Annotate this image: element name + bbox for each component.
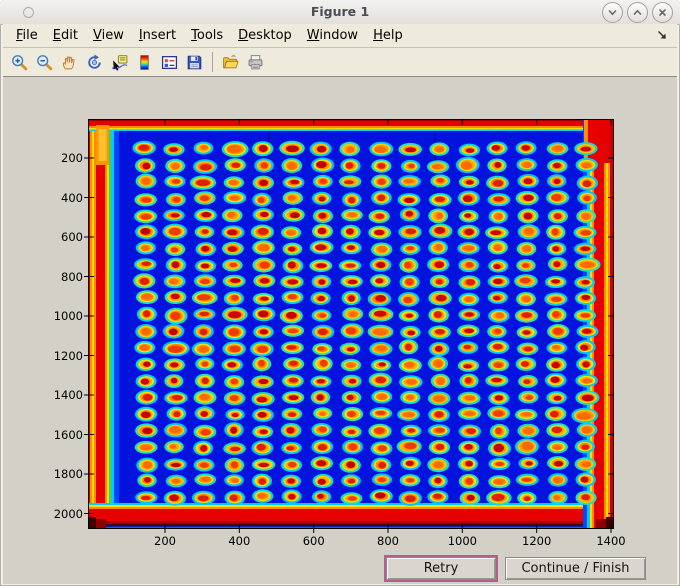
window-controls — [602, 2, 673, 23]
continue-finish-button[interactable]: Continue / Finish — [505, 557, 646, 580]
zoom-in-icon — [12, 54, 28, 70]
x-tick-label: 200 — [154, 534, 176, 548]
menu-file[interactable]: File — [14, 27, 40, 44]
menu-desktop[interactable]: Desktop — [236, 27, 294, 44]
menu-view[interactable]: View — [91, 27, 126, 44]
menu-edit[interactable]: Edit — [51, 27, 80, 44]
menu-window[interactable]: Window — [305, 27, 360, 44]
figure-window: Figure 1 File Edit View Insert Tools Desktop W… — [0, 0, 680, 586]
x-tick-label: 1200 — [522, 534, 552, 548]
colorbar-button[interactable] — [132, 49, 157, 75]
chevron-down-icon — [608, 10, 617, 16]
rotate-3d-icon — [88, 54, 101, 69]
insert-legend-icon — [161, 55, 178, 69]
x-tick-label: 1000 — [447, 534, 477, 548]
y-tick-label: 1000 — [53, 309, 83, 323]
x-tick-label: 400 — [228, 534, 251, 548]
zoom-out-button[interactable] — [32, 49, 57, 75]
axes-plot — [84, 119, 614, 533]
open-icon — [223, 54, 239, 68]
print-button[interactable] — [243, 49, 268, 75]
save-button[interactable] — [182, 49, 207, 75]
toolbar — [3, 48, 677, 77]
y-tick-label: 2000 — [53, 506, 83, 521]
retry-button[interactable]: Retry — [384, 555, 498, 582]
open-button[interactable] — [218, 49, 243, 75]
x-tick-label: 600 — [302, 534, 325, 548]
y-tick-label: 1400 — [53, 388, 83, 402]
menu-help[interactable]: Help — [371, 27, 405, 44]
zoom-out-icon — [37, 54, 53, 70]
colorbar-icon — [140, 54, 149, 70]
titlebar[interactable]: Figure 1 — [0, 0, 680, 25]
y-tick-label: 600 — [61, 230, 83, 244]
pan-icon — [62, 55, 75, 69]
print-icon — [248, 54, 263, 69]
x-tick-label: 1400 — [596, 534, 626, 548]
chevron-up-icon — [633, 9, 642, 15]
close-icon — [659, 9, 666, 16]
y-tick-label: 1200 — [53, 348, 83, 363]
figure-canvas: Retry Continue / Finish 200 400 600 800 1000… — [3, 77, 677, 584]
y-tick-label: 1800 — [53, 467, 83, 481]
minimize-button[interactable] — [602, 2, 623, 23]
y-tick-label: 200 — [61, 151, 83, 165]
figure-frame: File Edit View Insert Tools Desktop Window Help… — [3, 24, 677, 584]
pan-button[interactable] — [57, 49, 82, 75]
maximize-button[interactable] — [627, 2, 648, 23]
x-tick-label: 800 — [377, 534, 399, 548]
menu-bar: File Edit View Insert Tools Desktop Window Help — [3, 24, 677, 48]
insert-legend-button[interactable] — [157, 49, 182, 75]
close-button[interactable] — [652, 2, 673, 23]
zoom-in-button[interactable] — [7, 49, 32, 75]
window-title: Figure 1 — [310, 4, 370, 19]
data-cursor-button[interactable] — [107, 49, 132, 75]
menu-tools[interactable]: Tools — [189, 27, 225, 44]
heatmap-image — [84, 119, 614, 533]
menu-insert[interactable]: Insert — [137, 27, 178, 44]
data-cursor-icon — [111, 54, 128, 71]
rotate-3d-button[interactable] — [82, 49, 107, 75]
dock-arrow-icon[interactable] — [656, 29, 668, 41]
y-tick-label: 800 — [61, 269, 83, 284]
y-tick-label: 400 — [61, 190, 83, 205]
save-icon — [187, 55, 202, 69]
toolbar-separator — [212, 52, 213, 72]
y-tick-label: 1600 — [53, 427, 83, 442]
